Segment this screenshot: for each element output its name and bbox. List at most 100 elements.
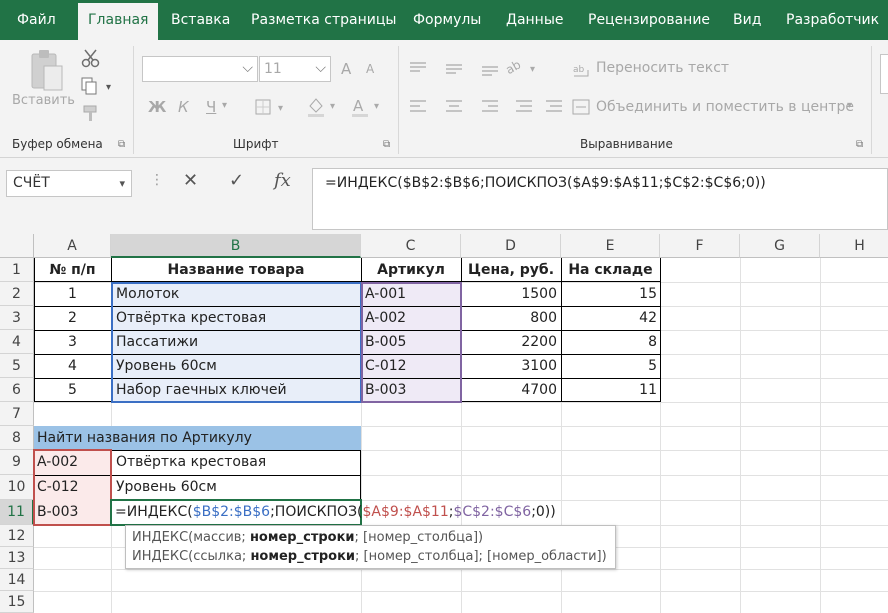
cancel-icon[interactable]: ✕ [183, 170, 198, 191]
column-header-d[interactable]: D [461, 234, 561, 258]
column-header-g[interactable]: G [740, 234, 820, 258]
column-header-c[interactable]: C [361, 234, 461, 258]
tooltip-line-1[interactable]: ИНДЕКС(массив; номер_строки; [номер_стол… [132, 528, 609, 547]
row-header-4[interactable]: 4 [0, 330, 34, 354]
paste-button-label[interactable]: Вставить [12, 93, 75, 108]
in-cell-formula[interactable]: =ИНДЕКС($B$2:$B$6;ПОИСКПОЗ($A$9:$A$11;$C… [115, 500, 556, 525]
cell-price[interactable]: 800 [461, 306, 557, 330]
row-header-13[interactable]: 13 [0, 547, 34, 569]
wrap-text-button[interactable]: Переносить текст [596, 60, 729, 76]
paste-icon[interactable] [28, 48, 66, 94]
column-header-e[interactable]: E [561, 234, 660, 258]
cell-price[interactable]: 1500 [461, 282, 557, 306]
lookup-result[interactable]: Уровень 60см [116, 475, 217, 500]
row-header-9[interactable]: 9 [0, 450, 34, 475]
function-tooltip[interactable]: ИНДЕКС(массив; номер_строки; [номер_стол… [125, 525, 616, 569]
row-header-15[interactable]: 15 [0, 591, 34, 613]
row-header-2[interactable]: 2 [0, 282, 34, 306]
tab-insert[interactable]: Вставка [171, 0, 230, 40]
lookup-article[interactable]: B-003 [37, 500, 78, 525]
row-header-10[interactable]: 10 [0, 475, 34, 500]
cell-num[interactable]: 2 [34, 306, 111, 330]
cell-article[interactable]: B-003 [365, 378, 406, 402]
column-header-h[interactable]: H [820, 234, 888, 258]
formula-input[interactable]: =ИНДЕКС($B$2:$B$6;ПОИСКПОЗ($A$9:$A$11;$C… [312, 168, 888, 230]
cell-stock[interactable]: 42 [561, 306, 657, 330]
cell-article[interactable]: C-012 [365, 354, 407, 378]
row-header-7[interactable]: 7 [0, 402, 34, 426]
tab-home[interactable]: Главная [78, 3, 159, 40]
fill-color-icon[interactable]: ▾ [306, 96, 342, 118]
font-size-select[interactable]: 11 ⌵ [259, 56, 331, 82]
italic-button[interactable]: К [178, 98, 189, 116]
insert-function-icon[interactable]: fx [274, 170, 291, 191]
cell-price[interactable]: 2200 [461, 330, 557, 354]
select-all-corner[interactable] [0, 234, 34, 258]
tab-page-layout[interactable]: Разметка страницы [251, 0, 396, 40]
font-color-icon[interactable]: A ▾ [350, 96, 386, 118]
cell-stock[interactable]: 15 [561, 282, 657, 306]
number-format-select[interactable] [880, 54, 888, 94]
decrease-font-button[interactable]: A [366, 62, 374, 76]
row-header-12[interactable]: 12 [0, 525, 34, 547]
row-header-3[interactable]: 3 [0, 306, 34, 330]
bold-button[interactable]: Ж [148, 98, 166, 116]
lookup-title[interactable]: Найти названия по Артикулу [37, 426, 252, 450]
row-header-11[interactable]: 11 [0, 500, 34, 525]
cell-price[interactable]: 3100 [461, 354, 557, 378]
cell-name[interactable]: Пассатижи [116, 330, 198, 354]
cell-price[interactable]: 4700 [461, 378, 557, 402]
row-header-14[interactable]: 14 [0, 569, 34, 591]
row-header-6[interactable]: 6 [0, 378, 34, 402]
merge-center-button[interactable]: Объединить и поместить в центре [596, 99, 854, 115]
cell-name[interactable]: Набор гаечных ключей [116, 378, 287, 402]
format-painter-icon[interactable] [82, 104, 102, 122]
drag-handle-icon[interactable]: ⋮ [150, 172, 164, 188]
cell-stock[interactable]: 8 [561, 330, 657, 354]
lookup-result[interactable]: Отвёртка крестовая [116, 450, 266, 475]
copy-icon[interactable]: ▾ [80, 76, 116, 96]
tab-review[interactable]: Рецензирование [588, 0, 710, 40]
clipboard-launcher-icon[interactable]: ⧉ [118, 139, 125, 150]
increase-font-button[interactable]: A [341, 60, 351, 78]
underline-button[interactable]: Ч [206, 98, 216, 116]
name-box[interactable]: СЧЁТ ▾ [6, 170, 132, 197]
cell-article[interactable]: B-005 [365, 330, 406, 354]
borders-icon[interactable]: ▾ [254, 98, 290, 116]
tab-formulas[interactable]: Формулы [413, 0, 481, 40]
cell-stock[interactable]: 11 [561, 378, 657, 402]
tab-view[interactable]: Вид [733, 0, 761, 40]
orientation-icon[interactable]: ab ▾ [504, 58, 544, 78]
row-header-1[interactable]: 1 [0, 258, 34, 282]
lookup-article[interactable]: A-002 [37, 450, 78, 475]
lookup-article[interactable]: C-012 [37, 475, 79, 500]
chevron-down-icon[interactable]: ▾ [847, 100, 852, 111]
tab-developer[interactable]: Разработчик [786, 0, 879, 40]
row-header-8[interactable]: 8 [0, 426, 34, 450]
column-header-b[interactable]: B [111, 234, 361, 258]
enter-icon[interactable]: ✓ [229, 170, 244, 191]
alignment-launcher-icon[interactable]: ⧉ [856, 139, 863, 150]
column-header-a[interactable]: A [34, 234, 111, 258]
wrap-text-icon[interactable]: ab [572, 62, 594, 80]
tab-data[interactable]: Данные [506, 0, 564, 40]
cell-article[interactable]: A-002 [365, 306, 406, 330]
cut-icon[interactable] [80, 48, 102, 68]
cell-num[interactable]: 1 [34, 282, 111, 306]
align-left-icons[interactable] [406, 98, 566, 116]
cell-article[interactable]: A-001 [365, 282, 406, 306]
merge-center-icon[interactable] [572, 98, 592, 116]
font-launcher-icon[interactable]: ⧉ [383, 139, 390, 150]
cell-num[interactable]: 3 [34, 330, 111, 354]
cell-name[interactable]: Отвёртка крестовая [116, 306, 266, 330]
chevron-down-icon[interactable]: ▾ [222, 100, 227, 111]
cell-stock[interactable]: 5 [561, 354, 657, 378]
cell-name[interactable]: Уровень 60см [116, 354, 217, 378]
row-header-5[interactable]: 5 [0, 354, 34, 378]
tab-file[interactable]: Файл [17, 0, 56, 40]
font-name-select[interactable]: ⌵ [142, 56, 258, 82]
cell-name[interactable]: Молоток [116, 282, 179, 306]
column-header-f[interactable]: F [660, 234, 740, 258]
cell-num[interactable]: 4 [34, 354, 111, 378]
cell-num[interactable]: 5 [34, 378, 111, 402]
